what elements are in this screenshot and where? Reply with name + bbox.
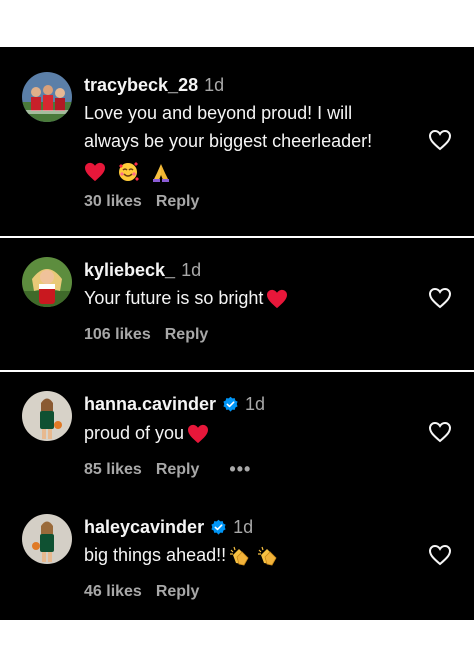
comment-header: tracybeck_28 1d xyxy=(84,72,224,98)
reply-button[interactable]: Reply xyxy=(156,193,200,211)
comment-kyliebeck: kyliebeck_ 1d Your future is so bright 1… xyxy=(0,238,474,370)
like-heart-icon[interactable] xyxy=(428,544,452,566)
comment-actions: 30 likes Reply xyxy=(84,193,199,211)
comment-header: kyliebeck_ 1d xyxy=(84,257,201,283)
comment-text-body: Your future is so bright xyxy=(84,288,264,308)
comment-text: Your future is so bright xyxy=(84,284,424,312)
timestamp: 1d xyxy=(204,74,225,95)
verified-badge-icon xyxy=(210,519,227,536)
avatar[interactable] xyxy=(22,257,72,307)
timestamp: 1d xyxy=(245,393,266,414)
username[interactable]: kyliebeck_ xyxy=(84,260,175,281)
comment-hanna-cavinder: hanna.cavinder 1d proud of you 85 likes … xyxy=(0,372,474,496)
comment-header: haleycavinder 1d xyxy=(84,514,253,540)
comment-header: hanna.cavinder 1d xyxy=(84,391,265,417)
comment-text: big things ahead!! xyxy=(84,541,424,569)
reply-button[interactable]: Reply xyxy=(156,583,200,601)
username[interactable]: hanna.cavinder xyxy=(84,394,216,415)
reply-button[interactable]: Reply xyxy=(165,326,209,344)
comment-actions: 46 likes Reply xyxy=(84,583,199,601)
reply-button[interactable]: Reply xyxy=(156,461,200,479)
comment-text-line: always be your biggest cheerleader! xyxy=(84,131,373,151)
red-heart-emoji xyxy=(84,162,106,182)
comment-text-body: proud of you xyxy=(84,423,185,443)
smiling-face-with-hearts-emoji xyxy=(117,161,140,183)
like-heart-icon[interactable] xyxy=(428,287,452,309)
avatar[interactable] xyxy=(22,72,72,122)
username[interactable]: tracybeck_28 xyxy=(84,75,198,96)
avatar[interactable] xyxy=(22,514,72,564)
verified-badge-icon xyxy=(222,396,239,413)
timestamp: 1d xyxy=(233,516,254,537)
likes-count[interactable]: 30 likes xyxy=(84,193,142,211)
like-heart-icon[interactable] xyxy=(428,129,452,151)
username[interactable]: haleycavinder xyxy=(84,517,204,538)
clapping-hands-emoji xyxy=(257,545,279,567)
comment-text: proud of you xyxy=(84,419,424,447)
comment-text-line: Love you and beyond proud! I will xyxy=(84,103,353,123)
likes-count[interactable]: 106 likes xyxy=(84,326,151,344)
more-options-icon[interactable]: ••• xyxy=(229,459,251,480)
timestamp: 1d xyxy=(181,259,202,280)
red-heart-emoji xyxy=(187,424,209,444)
comment-text: Love you and beyond proud! I will always… xyxy=(84,99,424,185)
red-heart-emoji xyxy=(266,289,288,309)
likes-count[interactable]: 46 likes xyxy=(84,583,142,601)
comment-haleycavinder: haleycavinder 1d big things ahead!! 46 l… xyxy=(0,496,474,620)
comment-tracybeck: tracybeck_28 1d Love you and beyond prou… xyxy=(0,47,474,236)
comment-actions: 85 likes Reply ••• xyxy=(84,459,251,480)
likes-count[interactable]: 85 likes xyxy=(84,461,142,479)
avatar[interactable] xyxy=(22,391,72,441)
comment-actions: 106 likes Reply xyxy=(84,326,208,344)
clapping-hands-emoji xyxy=(229,545,251,567)
like-heart-icon[interactable] xyxy=(428,421,452,443)
comment-panel: tracybeck_28 1d Love you and beyond prou… xyxy=(0,47,474,236)
emoji-row xyxy=(84,157,424,185)
comment-text-body: big things ahead!! xyxy=(84,545,227,565)
folded-hands-emoji xyxy=(150,161,172,183)
comment-panel: kyliebeck_ 1d Your future is so bright 1… xyxy=(0,238,474,370)
comment-panel: hanna.cavinder 1d proud of you 85 likes … xyxy=(0,372,474,620)
